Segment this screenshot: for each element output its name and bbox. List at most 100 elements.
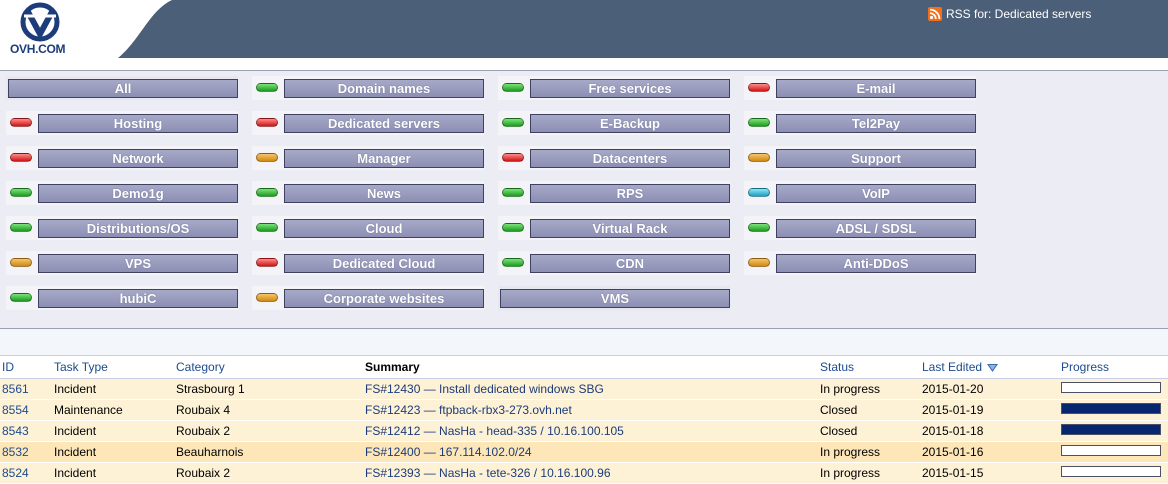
category-vms[interactable]: VMS: [498, 286, 730, 310]
cell-summary[interactable]: FS#12430 — Install dedicated windows SBG: [365, 382, 604, 396]
category-support[interactable]: Support: [744, 146, 976, 170]
category-news[interactable]: News: [252, 181, 484, 205]
category-demo1g[interactable]: Demo1g: [6, 181, 238, 205]
cell-last-edited: 2015-01-20: [922, 382, 984, 396]
rss-label: RSS for: Dedicated servers: [946, 7, 1092, 21]
cell-summary[interactable]: FS#12393 — NasHa - tete-326 / 10.16.100.…: [365, 466, 611, 480]
cell-summary[interactable]: FS#12412 — NasHa - head-335 / 10.16.100.…: [365, 424, 624, 438]
status-led-green: [10, 293, 32, 302]
column-header-task-type[interactable]: Task Type: [54, 360, 108, 374]
rss-link[interactable]: RSS for: Dedicated servers: [928, 7, 1091, 21]
category-all[interactable]: All: [6, 76, 238, 100]
cell-task-type: Incident: [54, 382, 97, 396]
category-button-cloud[interactable]: Cloud: [284, 219, 484, 238]
progress-bar-fill: [1062, 425, 1160, 434]
status-led-green: [502, 83, 524, 92]
category-button-manager[interactable]: Manager: [284, 149, 484, 168]
category-cdn[interactable]: CDN: [498, 251, 730, 275]
cell-status: In progress: [820, 466, 881, 480]
category-button-rps[interactable]: RPS: [530, 184, 730, 203]
column-header-summary[interactable]: Summary: [365, 360, 420, 374]
category-button-virtual-rack[interactable]: Virtual Rack: [530, 219, 730, 238]
category-button-e-backup[interactable]: E-Backup: [530, 114, 730, 133]
table-row[interactable]: 8532 Incident Beauharnois FS#12400 — 167.11…: [0, 442, 1168, 463]
category-button-all[interactable]: All: [8, 79, 238, 98]
category-button-distributions-os[interactable]: Distributions/OS: [38, 219, 238, 238]
category-e-backup[interactable]: E-Backup: [498, 111, 730, 135]
cell-task-type: Incident: [54, 424, 97, 438]
cell-id[interactable]: 8554: [2, 403, 29, 417]
header-gap: [0, 58, 1168, 70]
status-led-red: [10, 153, 32, 162]
category-button-dedicated-servers[interactable]: Dedicated servers: [284, 114, 484, 133]
category-e-mail[interactable]: E-mail: [744, 76, 976, 100]
table-row[interactable]: 8561 Incident Strasbourg 1 FS#12430 — Insta…: [0, 379, 1168, 400]
category-button-e-mail[interactable]: E-mail: [776, 79, 976, 98]
category-button-vms[interactable]: VMS: [500, 289, 730, 308]
category-voip[interactable]: VoIP: [744, 181, 976, 205]
cell-id[interactable]: 8524: [2, 466, 29, 480]
category-button-demo1g[interactable]: Demo1g: [38, 184, 238, 203]
category-network[interactable]: Network: [6, 146, 238, 170]
category-virtual-rack[interactable]: Virtual Rack: [498, 216, 730, 240]
column-header-last-edited[interactable]: Last Edited: [922, 360, 999, 374]
status-led-green: [748, 223, 770, 232]
logo[interactable]: OVH.COM: [0, 0, 172, 58]
category-vps[interactable]: VPS: [6, 251, 238, 275]
cell-id[interactable]: 8543: [2, 424, 29, 438]
top-header: OVH.COM RSS for: Dedicated servers: [0, 0, 1168, 58]
category-dedicated-cloud[interactable]: Dedicated Cloud: [252, 251, 484, 275]
category-distributions-os[interactable]: Distributions/OS: [6, 216, 238, 240]
category-domain-names[interactable]: Domain names: [252, 76, 484, 100]
cell-summary[interactable]: FS#12400 — 167.114.102.0/24: [365, 445, 532, 459]
table-row[interactable]: 8524 Incident Roubaix 2 FS#12393 — NasHa - …: [0, 463, 1168, 484]
status-led-orange: [748, 153, 770, 162]
table-row[interactable]: 8554 Maintenance Roubaix 4 FS#12423 — ftpba…: [0, 400, 1168, 421]
category-button-dedicated-cloud[interactable]: Dedicated Cloud: [284, 254, 484, 273]
category-button-anti-ddos[interactable]: Anti-DDoS: [776, 254, 976, 273]
category-button-hubic[interactable]: hubiC: [38, 289, 238, 308]
sort-descending-icon: [987, 363, 999, 372]
table-row[interactable]: 8543 Incident Roubaix 2 FS#12412 — NasHa - …: [0, 421, 1168, 442]
category-dedicated-servers[interactable]: Dedicated servers: [252, 111, 484, 135]
category-button-news[interactable]: News: [284, 184, 484, 203]
category-manager[interactable]: Manager: [252, 146, 484, 170]
category-button-domain-names[interactable]: Domain names: [284, 79, 484, 98]
panel-footer-strip: [0, 328, 1168, 356]
cell-id[interactable]: 8532: [2, 445, 29, 459]
status-led-green: [10, 223, 32, 232]
category-button-adsl-sdsl[interactable]: ADSL / SDSL: [776, 219, 976, 238]
category-rps[interactable]: RPS: [498, 181, 730, 205]
category-adsl-sdsl[interactable]: ADSL / SDSL: [744, 216, 976, 240]
category-hosting[interactable]: Hosting: [6, 111, 238, 135]
cell-category: Roubaix 2: [176, 466, 231, 480]
category-button-corporate-websites[interactable]: Corporate websites: [284, 289, 484, 308]
progress-bar: [1061, 445, 1161, 456]
cell-summary[interactable]: FS#12423 — ftpback-rbx3-273.ovh.net: [365, 403, 572, 417]
status-led-green: [502, 223, 524, 232]
category-button-voip[interactable]: VoIP: [776, 184, 976, 203]
category-button-cdn[interactable]: CDN: [530, 254, 730, 273]
progress-bar: [1061, 466, 1161, 477]
column-header-last-edited-label: Last Edited: [922, 360, 983, 374]
category-free-services[interactable]: Free services: [498, 76, 730, 100]
status-led-green: [502, 118, 524, 127]
category-button-datacenters[interactable]: Datacenters: [530, 149, 730, 168]
category-button-vps[interactable]: VPS: [38, 254, 238, 273]
column-header-id[interactable]: ID: [2, 360, 14, 374]
category-cloud[interactable]: Cloud: [252, 216, 484, 240]
category-tel2pay[interactable]: Tel2Pay: [744, 111, 976, 135]
column-header-category[interactable]: Category: [176, 360, 225, 374]
category-button-tel2pay[interactable]: Tel2Pay: [776, 114, 976, 133]
category-button-free-services[interactable]: Free services: [530, 79, 730, 98]
category-button-network[interactable]: Network: [38, 149, 238, 168]
category-hubic[interactable]: hubiC: [6, 286, 238, 310]
category-corporate-websites[interactable]: Corporate websites: [252, 286, 484, 310]
category-button-hosting[interactable]: Hosting: [38, 114, 238, 133]
column-header-progress[interactable]: Progress: [1061, 360, 1109, 374]
category-button-support[interactable]: Support: [776, 149, 976, 168]
category-anti-ddos[interactable]: Anti-DDoS: [744, 251, 976, 275]
cell-id[interactable]: 8561: [2, 382, 29, 396]
category-datacenters[interactable]: Datacenters: [498, 146, 730, 170]
column-header-status[interactable]: Status: [820, 360, 854, 374]
